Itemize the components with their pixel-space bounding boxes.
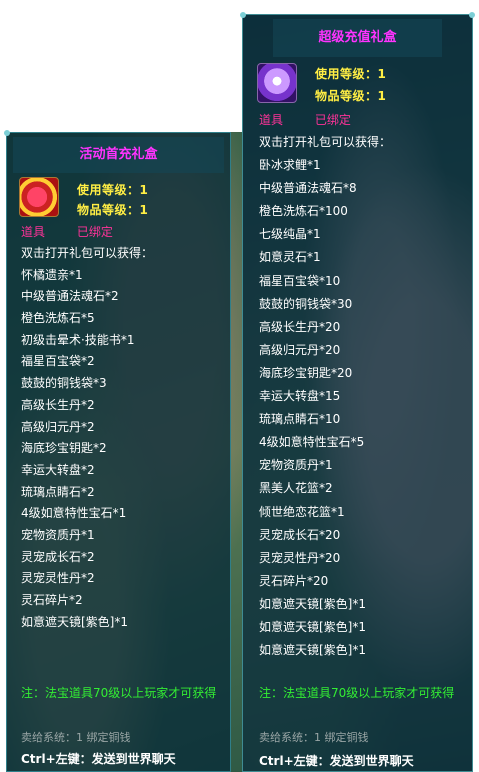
reward-item: 琉璃点睛石*2 (21, 484, 95, 499)
level-note: 注：法宝道具70级以上玩家才可获得 (21, 686, 217, 700)
reward-item: 幸运大转盘*2 (21, 462, 95, 477)
reward-item: 福星百宝袋*10 (259, 273, 341, 288)
item-tags: 道具 已绑定 (7, 221, 230, 243)
reward-item: 高级长生丹*20 (259, 319, 341, 334)
reward-item: 灵宠灵性丹*2 (21, 571, 95, 586)
reward-item: 中级普通法魂石*2 (21, 289, 119, 304)
use-level: 使用等级：1 (77, 183, 149, 197)
item-level: 物品等级：1 (315, 89, 387, 103)
ctrl-click-hint: Ctrl+左键：发送到世界聊天 (259, 754, 414, 768)
reward-item: 鼓鼓的铜钱袋*3 (21, 376, 107, 391)
item-tags: 道具 已绑定 (243, 109, 472, 131)
red-gift-box-icon (19, 177, 59, 217)
reward-item: 七级纯晶*1 (259, 227, 321, 242)
reward-item: 如意灵石*1 (259, 250, 321, 265)
reward-item: 灵宠灵性丹*20 (259, 550, 341, 565)
ctrl-click-hint: Ctrl+左键：发送到世界聊天 (21, 752, 176, 766)
reward-intro: 双击打开礼包可以获得： (21, 246, 154, 260)
reward-item: 灵石碎片*20 (259, 573, 329, 588)
reward-item: 卧冰求鲤*1 (259, 158, 321, 173)
tag-type: 道具 (21, 225, 46, 239)
level-note: 注：法宝道具70级以上玩家才可获得 (259, 686, 455, 700)
reward-item: 海底珍宝钥匙*2 (21, 441, 107, 456)
reward-item: 琉璃点睛石*10 (259, 412, 341, 427)
reward-item: 高级长生丹*2 (21, 397, 95, 412)
reward-item: 初级击晕术·技能书*1 (21, 332, 135, 347)
reward-item: 橙色洗炼石*5 (21, 311, 95, 326)
reward-item: 4级如意特性宝石*1 (21, 506, 127, 521)
tag-bound: 已绑定 (76, 225, 113, 239)
reward-item: 高级归元丹*2 (21, 419, 95, 434)
reward-item: 宠物资质丹*1 (259, 458, 333, 473)
corner-ornament (469, 12, 475, 18)
reward-item: 如意遮天镜[紫色]*1 (21, 614, 128, 629)
reward-item: 中级普通法魂石*8 (259, 181, 357, 196)
tooltip-title: 活动首充礼盒 (13, 137, 224, 173)
reward-item: 福星百宝袋*2 (21, 354, 95, 369)
tag-bound: 已绑定 (314, 113, 351, 127)
reward-item: 海底珍宝钥匙*20 (259, 365, 353, 380)
reward-item: 灵宠成长石*20 (259, 527, 341, 542)
reward-item: 如意遮天镜[紫色]*1 (259, 596, 366, 611)
reward-list: 双击打开礼包可以获得： 怀橘遗亲*1 中级普通法魂石*2 橙色洗炼石*5 初级击晕术·… (7, 243, 230, 633)
sell-info: 卖给系统：1 绑定铜钱 (21, 731, 131, 744)
reward-item: 黑美人花篮*2 (259, 481, 333, 496)
tag-type: 道具 (259, 113, 284, 127)
tooltip-header: 使用等级：1 物品等级：1 (243, 57, 472, 105)
sell-info: 卖给系统：1 绑定铜钱 (259, 731, 369, 744)
purple-gift-box-icon (257, 63, 297, 103)
tooltip-header: 使用等级：1 物品等级：1 (7, 173, 230, 221)
corner-ornament (4, 130, 10, 136)
reward-item: 怀橘遗亲*1 (21, 267, 83, 282)
reward-item: 高级归元丹*20 (259, 342, 341, 357)
reward-item: 倾世绝恋花篮*1 (259, 504, 345, 519)
reward-item: 如意遮天镜[紫色]*1 (259, 619, 366, 634)
reward-intro: 双击打开礼包可以获得： (259, 135, 392, 149)
tooltip-title: 超级充值礼盒 (273, 19, 442, 57)
reward-item: 橙色洗炼石*100 (259, 204, 348, 219)
reward-item: 宠物资质丹*1 (21, 527, 95, 542)
reward-list: 双击打开礼包可以获得： 卧冰求鲤*1 中级普通法魂石*8 橙色洗炼石*100 七级纯晶… (243, 131, 472, 662)
reward-item: 鼓鼓的铜钱袋*30 (259, 296, 353, 311)
reward-item: 幸运大转盘*15 (259, 389, 341, 404)
reward-item: 4级如意特性宝石*5 (259, 435, 365, 450)
use-level: 使用等级：1 (315, 67, 387, 81)
reward-item: 灵石碎片*2 (21, 593, 83, 607)
corner-ornament (240, 12, 246, 18)
reward-item: 灵宠成长石*2 (21, 549, 95, 564)
item-tooltip-super-recharge-box: 超级充值礼盒 使用等级：1 物品等级：1 道具 已绑定 双击打开礼包可以获得： … (240, 12, 475, 772)
item-level: 物品等级：1 (77, 203, 149, 217)
item-tooltip-first-recharge-box: 活动首充礼盒 使用等级：1 物品等级：1 道具 已绑定 双击打开礼包可以获得： … (4, 130, 231, 772)
reward-item: 如意遮天镜[紫色]*1 (259, 643, 366, 658)
